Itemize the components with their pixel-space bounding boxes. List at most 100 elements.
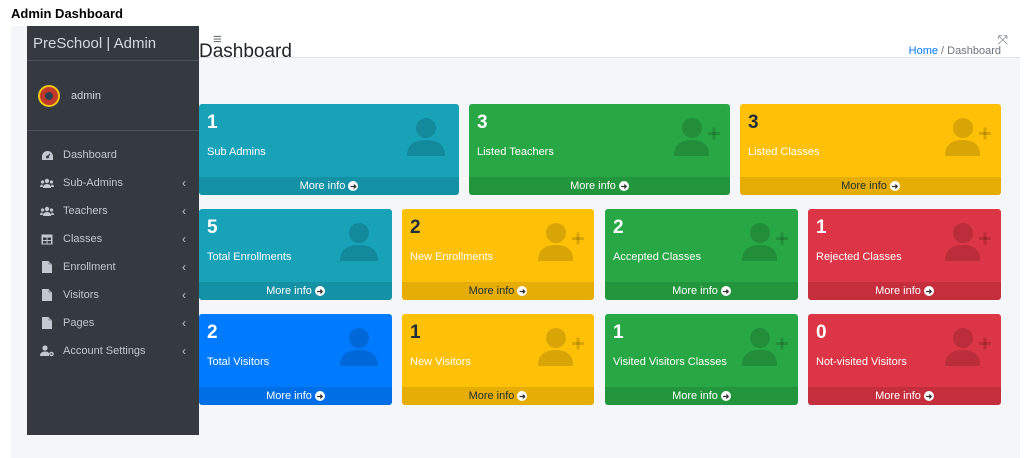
- breadcrumb-home-link[interactable]: Home: [909, 45, 938, 57]
- arrow-circle-right-icon: ➜: [889, 181, 900, 191]
- stat-card-visited-visitors-classes: 1 Visited Visitors Classes More info ➜: [605, 314, 798, 405]
- stat-card-total-visitors: 2 Total Visitors More info ➜: [199, 314, 392, 405]
- stat-value: 1: [410, 322, 421, 343]
- more-info-link[interactable]: More info ➜: [808, 387, 1001, 405]
- sidebar-item-label: Teachers: [63, 205, 108, 217]
- user-icon: [340, 328, 378, 366]
- user-plus-icon: [945, 328, 991, 366]
- stat-card-new-enrollments: 2 New Enrollments More info ➜: [402, 209, 594, 300]
- page-title: Dashboard: [199, 41, 292, 62]
- arrow-circle-right-icon: ➜: [517, 391, 528, 401]
- more-info-link[interactable]: More info ➜: [808, 282, 1001, 300]
- file-icon: [40, 317, 54, 329]
- chevron-left-icon: ‹: [182, 316, 186, 330]
- more-info-label: More info: [468, 390, 515, 402]
- stat-card-sub-admins: 1 Sub Admins More info ➜: [199, 104, 459, 195]
- user-icon: [340, 223, 378, 261]
- stat-label: Total Enrollments: [207, 251, 292, 263]
- user-plus-icon: [538, 223, 584, 261]
- sidebar-item-pages[interactable]: Pages ‹: [27, 309, 199, 337]
- more-info-link[interactable]: More info ➜: [740, 177, 1001, 195]
- chevron-left-icon: ‹: [182, 344, 186, 358]
- avatar: [38, 84, 60, 107]
- sidebar-item-teachers[interactable]: Teachers ‹: [27, 197, 199, 225]
- more-info-label: More info: [875, 285, 921, 297]
- sidebar-item-label: Enrollment: [63, 261, 116, 273]
- more-info-link[interactable]: More info ➜: [199, 387, 392, 405]
- arrow-circle-right-icon: ➜: [618, 181, 629, 191]
- breadcrumb: Home / Dashboard: [909, 45, 1001, 57]
- sidebar-item-account-settings[interactable]: Account Settings ‹: [27, 337, 199, 365]
- user-icon: [407, 118, 445, 156]
- arrow-circle-right-icon: ➜: [314, 391, 325, 401]
- sidebar: PreSchool | Admin admin Dashboard Sub-Ad…: [27, 26, 199, 435]
- sidebar-item-label: Account Settings: [63, 345, 146, 357]
- stat-value: 3: [477, 112, 488, 133]
- stat-card-not-visited-visitors: 0 Not-visited Visitors More info ➜: [808, 314, 1001, 405]
- user-name[interactable]: admin: [71, 90, 101, 102]
- stat-label: Listed Classes: [748, 146, 820, 158]
- user-plus-icon: [742, 328, 788, 366]
- file-icon: [40, 261, 54, 273]
- stat-label: Total Visitors: [207, 356, 270, 368]
- stat-value: 1: [207, 112, 218, 133]
- page-heading: Admin Dashboard: [11, 6, 123, 21]
- arrow-circle-right-icon: ➜: [923, 286, 934, 296]
- stat-value: 3: [748, 112, 759, 133]
- breadcrumb-separator: /: [941, 45, 945, 57]
- user-plus-icon: [945, 118, 991, 156]
- stat-value: 2: [207, 322, 218, 343]
- table-icon: [40, 233, 54, 245]
- more-info-link[interactable]: More info ➜: [469, 177, 730, 195]
- stat-value: 5: [207, 217, 218, 238]
- stat-card-rejected-classes: 1 Rejected Classes More info ➜: [808, 209, 1001, 300]
- chevron-left-icon: ‹: [182, 176, 186, 190]
- chevron-left-icon: ‹: [182, 204, 186, 218]
- stat-card-listed-classes: 3 Listed Classes More info ➜: [740, 104, 1001, 195]
- arrow-circle-right-icon: ➜: [348, 181, 359, 191]
- arrow-circle-right-icon: ➜: [314, 286, 325, 296]
- more-info-link[interactable]: More info ➜: [199, 282, 392, 300]
- more-info-link[interactable]: More info ➜: [402, 282, 594, 300]
- stat-label: New Enrollments: [410, 251, 494, 263]
- stat-label: Not-visited Visitors: [816, 356, 907, 368]
- more-info-link[interactable]: More info ➜: [199, 177, 459, 195]
- chevron-left-icon: ‹: [182, 232, 186, 246]
- sidebar-item-enrollment[interactable]: Enrollment ‹: [27, 253, 199, 281]
- arrow-circle-right-icon: ➜: [923, 391, 934, 401]
- user-plus-icon: [674, 118, 720, 156]
- sidebar-nav: Dashboard Sub-Admins ‹ Teachers ‹ Classe…: [27, 131, 199, 365]
- sidebar-item-classes[interactable]: Classes ‹: [27, 225, 199, 253]
- more-info-link[interactable]: More info ➜: [605, 282, 798, 300]
- stat-card-total-enrollments: 5 Total Enrollments More info ➜: [199, 209, 392, 300]
- user-cog-icon: [40, 345, 54, 357]
- more-info-label: More info: [266, 285, 312, 297]
- user-plus-icon: [742, 223, 788, 261]
- more-info-label: More info: [468, 285, 515, 297]
- stat-label: Visited Visitors Classes: [613, 356, 727, 368]
- user-panel[interactable]: admin: [27, 61, 199, 131]
- users-icon: [40, 177, 54, 189]
- sidebar-item-dashboard[interactable]: Dashboard: [27, 141, 199, 169]
- sidebar-item-visitors[interactable]: Visitors ‹: [27, 281, 199, 309]
- chevron-left-icon: ‹: [182, 288, 186, 302]
- sidebar-item-label: Classes: [63, 233, 103, 245]
- sidebar-item-label: Sub-Admins: [63, 177, 123, 189]
- more-info-link[interactable]: More info ➜: [402, 387, 594, 405]
- stat-label: New Visitors: [410, 356, 471, 368]
- stat-card-new-visitors: 1 New Visitors More info ➜: [402, 314, 594, 405]
- sidebar-item-sub-admins[interactable]: Sub-Admins ‹: [27, 169, 199, 197]
- more-info-label: More info: [672, 285, 718, 297]
- top-navbar: ≡ ⤧: [199, 26, 1020, 58]
- user-plus-icon: [538, 328, 584, 366]
- chevron-left-icon: ‹: [182, 260, 186, 274]
- more-info-label: More info: [875, 390, 921, 402]
- more-info-label: More info: [841, 180, 887, 192]
- more-info-label: More info: [299, 180, 346, 192]
- more-info-label: More info: [570, 180, 616, 192]
- stat-value: 2: [613, 217, 624, 238]
- file-icon: [40, 289, 54, 301]
- brand-link[interactable]: PreSchool | Admin: [27, 26, 199, 61]
- more-info-link[interactable]: More info ➜: [605, 387, 798, 405]
- dashboard-icon: [40, 149, 54, 161]
